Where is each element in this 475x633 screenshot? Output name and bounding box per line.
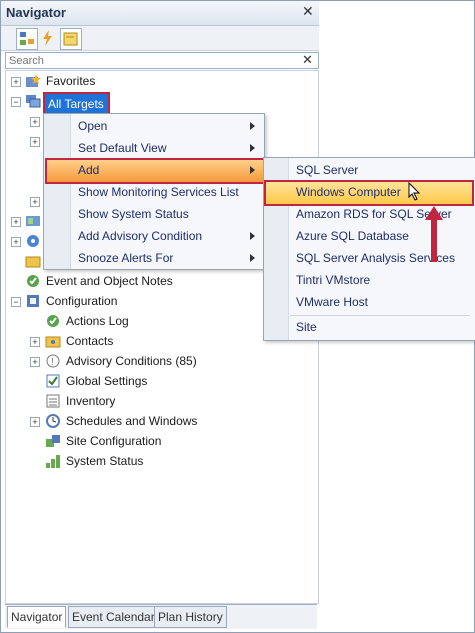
expand-icon[interactable]: + (30, 357, 40, 367)
menu-icon-strip (44, 114, 71, 269)
schedule-icon (45, 413, 61, 429)
submenu-divider (290, 315, 470, 316)
collapse-icon[interactable]: − (11, 297, 21, 307)
tab-plan-history[interactable]: Plan History (154, 606, 227, 628)
expand-icon[interactable]: + (30, 337, 40, 347)
submenu-item-vmware[interactable]: VMware Host (296, 295, 368, 309)
contacts-icon (45, 333, 61, 349)
submenu-arrow-icon (250, 232, 255, 240)
lightning-icon[interactable] (38, 28, 58, 48)
note-icon[interactable] (60, 28, 82, 50)
submenu-arrow-icon (250, 144, 255, 152)
submenu-item-windows-computer[interactable]: Windows Computer (296, 185, 401, 199)
submenu-item-site[interactable]: Site (296, 320, 317, 334)
tree-item-contacts[interactable]: Contacts (66, 334, 113, 348)
menu-item-show-monitoring-services[interactable]: Show Monitoring Services List (78, 185, 239, 199)
close-icon[interactable]: ✕ (302, 3, 314, 20)
expand-icon[interactable]: + (30, 197, 40, 207)
tree-item-inventory[interactable]: Inventory (66, 394, 115, 408)
tree-item-advisory-conditions[interactable]: Advisory Conditions (85) (66, 354, 197, 368)
advisory-icon: ! (45, 353, 61, 369)
actions-log-icon (45, 313, 61, 329)
tree-item-event-notes[interactable]: Event and Object Notes (46, 274, 173, 288)
tree-item-configuration[interactable]: Configuration (46, 294, 117, 308)
expand-icon[interactable]: + (11, 77, 21, 87)
expand-icon[interactable]: + (30, 137, 40, 147)
hierarchy-icon[interactable] (16, 28, 38, 50)
submenu-item-tintri[interactable]: Tintri VMstore (296, 273, 370, 287)
site-config-icon (45, 433, 61, 449)
folder-icon (25, 253, 41, 269)
menu-item-set-default-view[interactable]: Set Default View (78, 141, 167, 155)
menu-item-add[interactable]: Add (78, 163, 99, 177)
configuration-icon (25, 293, 41, 309)
inventory-icon (45, 393, 61, 409)
search-input[interactable] (6, 53, 282, 69)
search-box[interactable] (5, 52, 319, 69)
tree-item-global-settings[interactable]: Global Settings (66, 374, 147, 388)
submenu-arrow-icon (250, 166, 255, 174)
submenu-arrow-icon (250, 254, 255, 262)
tree-item-favorites[interactable]: Favorites (46, 74, 95, 88)
favorites-icon (25, 73, 41, 89)
expand-icon[interactable]: + (30, 117, 40, 127)
expand-icon[interactable]: + (11, 237, 21, 247)
menu-item-open[interactable]: Open (78, 119, 107, 133)
menu-item-show-system-status[interactable]: Show System Status (78, 207, 189, 221)
collapse-icon[interactable]: − (11, 97, 21, 107)
system-status-icon (45, 453, 61, 469)
submenu-item-sql-server[interactable]: SQL Server (296, 163, 358, 177)
submenu-arrow-icon (250, 122, 255, 130)
network-icon (25, 233, 41, 249)
notes-icon (25, 273, 41, 289)
tab-navigator[interactable]: Navigator (7, 606, 67, 628)
menu-item-snooze-alerts[interactable]: Snooze Alerts For (78, 251, 173, 265)
expand-icon[interactable]: + (30, 417, 40, 427)
tree-item-schedules[interactable]: Schedules and Windows (66, 414, 197, 428)
clear-search-icon[interactable]: ✕ (302, 52, 313, 68)
map-icon (25, 213, 41, 229)
mouse-cursor-icon (408, 182, 421, 201)
all-targets-label: All Targets (48, 97, 104, 111)
tree-item-site-configuration[interactable]: Site Configuration (66, 434, 161, 448)
settings-check-icon (45, 373, 61, 389)
all-targets-icon (25, 93, 41, 109)
panel-title: Navigator (6, 5, 66, 20)
tree-item-system-status[interactable]: System Status (66, 454, 143, 468)
svg-text:!: ! (51, 357, 54, 368)
tab-event-calendar[interactable]: Event Calendar (68, 606, 159, 628)
menu-item-add-advisory-condition[interactable]: Add Advisory Condition (78, 229, 202, 243)
submenu-item-azure-sql[interactable]: Azure SQL Database (296, 229, 409, 243)
expand-icon[interactable]: + (11, 217, 21, 227)
tree-item-actions-log[interactable]: Actions Log (66, 314, 129, 328)
annotation-arrow-icon (425, 206, 443, 262)
